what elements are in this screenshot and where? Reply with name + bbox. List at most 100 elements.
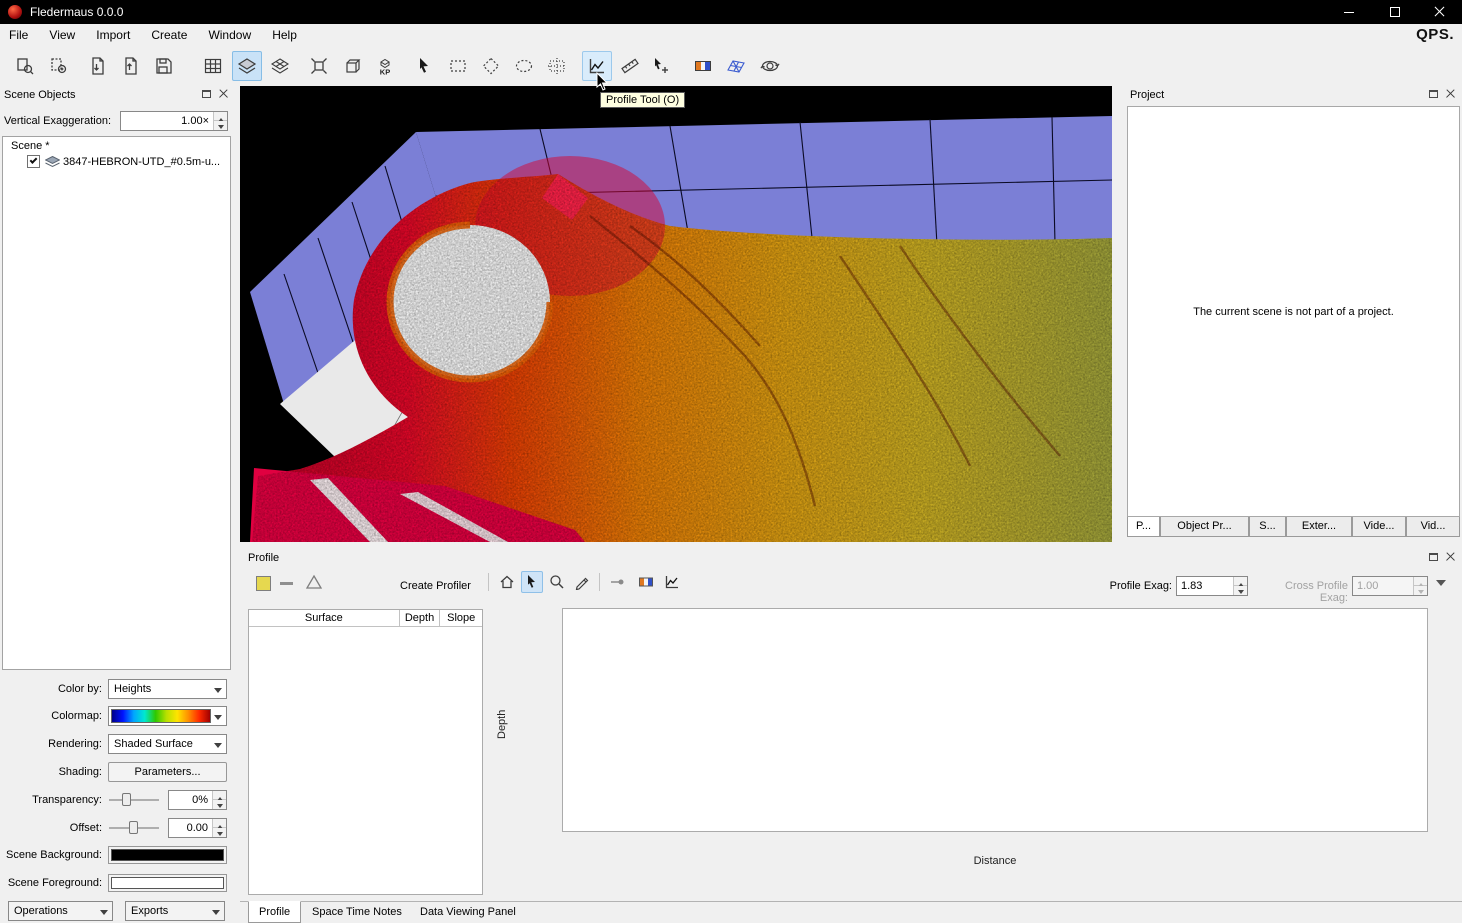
slider-handle[interactable] [129,821,138,834]
pick-point-button[interactable] [646,51,676,81]
scene-background-swatch[interactable] [108,846,227,864]
capture-region-button[interactable] [44,51,74,81]
scene-foreground-swatch[interactable] [108,874,227,892]
float-panel-icon[interactable] [1429,553,1438,561]
menu-file[interactable]: File [0,24,37,46]
profile-measure-button[interactable] [606,571,628,593]
spin-up-icon[interactable] [213,112,227,121]
spin-up-icon[interactable] [1233,577,1247,586]
menu-create[interactable]: Create [142,24,196,46]
slider-handle[interactable] [122,793,131,806]
wireframe-layer-button[interactable] [265,51,295,81]
cube-button[interactable] [337,51,367,81]
profile-edit-button[interactable] [571,571,593,593]
save-button[interactable] [149,51,179,81]
colormap-row: Colormap: [0,706,233,726]
tab-data-viewing-panel[interactable]: Data Viewing Panel [410,902,526,923]
shading-parameters-button[interactable]: Parameters... [108,762,227,782]
surface-layer-button[interactable] [232,51,262,81]
close-button[interactable] [1416,0,1462,24]
scene-background-row: Scene Background: [0,846,233,866]
surface-grid-button[interactable] [721,51,751,81]
spin-up-icon[interactable] [212,791,226,800]
profile-color-swatch[interactable] [256,576,271,591]
surface-grid-icon [726,56,746,76]
checkmark-icon [30,156,38,164]
minimize-button[interactable] [1326,0,1372,24]
profile-colormap-button[interactable] [635,571,657,593]
profile-zoom-button[interactable] [546,571,568,593]
collapse-panel-icon[interactable] [1436,580,1446,591]
tab-video-2[interactable]: Vid... [1406,517,1460,537]
close-panel-icon[interactable] [1446,89,1456,99]
measure-line-icon [609,574,625,590]
menu-import[interactable]: Import [87,24,139,46]
export-document-button[interactable] [116,51,146,81]
tab-project[interactable]: P... [1127,517,1160,537]
offset-slider[interactable] [108,818,160,838]
profile-triangle-marker-icon[interactable] [306,574,322,590]
tab-external[interactable]: Exter... [1286,517,1352,537]
spin-down-icon[interactable] [1233,586,1247,595]
close-panel-icon[interactable] [1446,552,1456,562]
profile-graph-button[interactable] [661,571,683,593]
operations-dropdown[interactable]: Operations [8,901,113,921]
colormap-icon [693,56,713,76]
menu-help[interactable]: Help [263,24,306,46]
kp-cube-button[interactable]: KP [370,51,400,81]
colormap-button[interactable] [688,51,718,81]
turntable-button[interactable] [755,51,785,81]
3d-viewport[interactable] [240,86,1112,542]
profile-home-button[interactable] [496,571,518,593]
tab-video-1[interactable]: Vide... [1352,517,1406,537]
tab-space-time-notes[interactable]: Space Time Notes [302,902,412,923]
create-profiler-button[interactable]: Create Profiler [400,580,471,592]
profile-exag-spinbox[interactable]: 1.83 [1176,576,1248,596]
rect-select-button[interactable] [443,51,473,81]
profile-select-button[interactable] [521,571,543,593]
spin-down-icon[interactable] [213,121,227,130]
menu-view[interactable]: View [40,24,84,46]
float-panel-icon[interactable] [202,90,211,98]
table-button[interactable] [198,51,228,81]
spin-down-icon[interactable] [212,828,226,837]
close-panel-icon[interactable] [219,89,229,99]
ruler-button[interactable] [615,51,645,81]
pointer-button[interactable] [409,51,439,81]
column-depth[interactable]: Depth [400,610,441,626]
tab-profile[interactable]: Profile [248,901,301,923]
colormap-combo[interactable] [108,706,227,726]
scene-tree[interactable]: Scene * 3847-HEBRON-UTD_#0.5m-u... [2,136,231,670]
tab-object-properties[interactable]: Object Pr... [1160,517,1249,537]
transparency-spinbox[interactable]: 0% [168,790,227,810]
profile-panel: Profile Create Profiler Profile Exag: 1.… [240,547,1462,901]
profile-tool-button[interactable] [582,51,612,81]
vertical-exaggeration-spinbox[interactable]: 1.00× [120,111,228,131]
lasso-select-icon [514,56,534,76]
menu-window[interactable]: Window [199,24,260,46]
diamond-select-button[interactable] [476,51,506,81]
float-panel-icon[interactable] [1429,90,1438,98]
column-surface[interactable]: Surface [249,610,400,626]
marquee-select-button[interactable] [542,51,572,81]
lasso-select-button[interactable] [509,51,539,81]
capture-scene-button[interactable] [10,51,40,81]
spin-up-icon[interactable] [212,819,226,828]
profile-line-style-icon[interactable] [280,582,293,585]
maximize-button[interactable] [1372,0,1418,24]
color-by-combo[interactable]: Heights [108,679,227,699]
offset-spinbox[interactable]: 0.00 [168,818,227,838]
scene-item-label[interactable]: 3847-HEBRON-UTD_#0.5m-u... [63,156,220,168]
profile-plot[interactable] [562,608,1428,832]
spin-down-icon[interactable] [212,800,226,809]
profile-tool-icon [587,56,607,76]
item-checkbox[interactable] [27,155,40,168]
scene-root-label[interactable]: Scene * [11,140,50,152]
rendering-combo[interactable]: Shaded Surface [108,734,227,754]
import-document-button[interactable] [83,51,113,81]
transparency-slider[interactable] [108,790,160,810]
exports-dropdown[interactable]: Exports [125,901,225,921]
column-slope[interactable]: Slope [440,610,482,626]
tab-s[interactable]: S... [1249,517,1286,537]
zoom-extents-button[interactable] [304,51,334,81]
